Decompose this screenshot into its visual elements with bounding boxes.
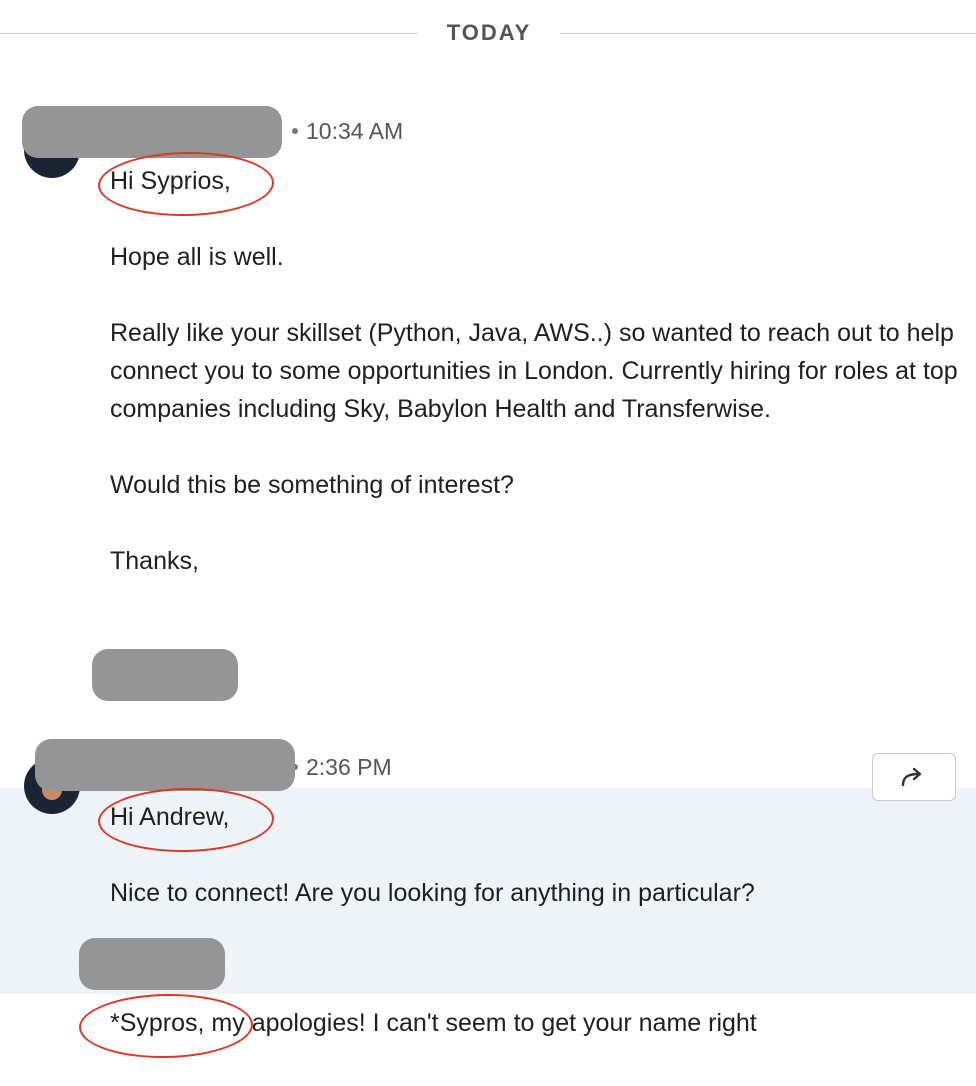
message-timestamp: 2:36 PM <box>292 754 392 781</box>
message-body: *Sypros, my apologies! I can't seem to g… <box>110 1004 960 1042</box>
message-body: Nice to connect! Are you looking for any… <box>110 874 960 912</box>
date-divider-label: TODAY <box>446 20 532 45</box>
message-timestamp: 10:34 AM <box>292 118 403 145</box>
message-body: Hope all is well. Really like your skill… <box>110 238 960 618</box>
redacted-sender-name <box>22 106 282 158</box>
forward-arrow-icon <box>901 767 922 787</box>
message-paragraph: *Sypros, my apologies! I can't seem to g… <box>110 1009 757 1037</box>
divider-line-left <box>0 33 418 34</box>
timestamp-text: 10:34 AM <box>306 118 404 144</box>
message-greeting: Hi Syprios, <box>110 162 960 200</box>
greeting-text: Hi Andrew, <box>110 803 230 831</box>
redacted-sender-name <box>79 938 225 990</box>
message-paragraph: Would this be something of interest? <box>110 471 514 499</box>
date-divider: TODAY <box>0 18 976 50</box>
separator-dot <box>292 127 298 134</box>
timestamp-text: 2:36 PM <box>306 754 392 780</box>
message-greeting: Hi Andrew, <box>110 798 960 836</box>
forward-message-button[interactable] <box>872 753 956 801</box>
divider-line-right <box>560 33 976 34</box>
message-paragraph: Hope all is well. <box>110 243 284 271</box>
message-paragraph: Nice to connect! Are you looking for any… <box>110 879 755 907</box>
message-paragraph: Really like your skillset (Python, Java,… <box>110 319 958 423</box>
redacted-sender-name <box>35 739 295 791</box>
message-paragraph: Thanks, <box>110 547 199 575</box>
redacted-signature <box>92 649 238 701</box>
greeting-text: Hi Syprios, <box>110 167 231 195</box>
